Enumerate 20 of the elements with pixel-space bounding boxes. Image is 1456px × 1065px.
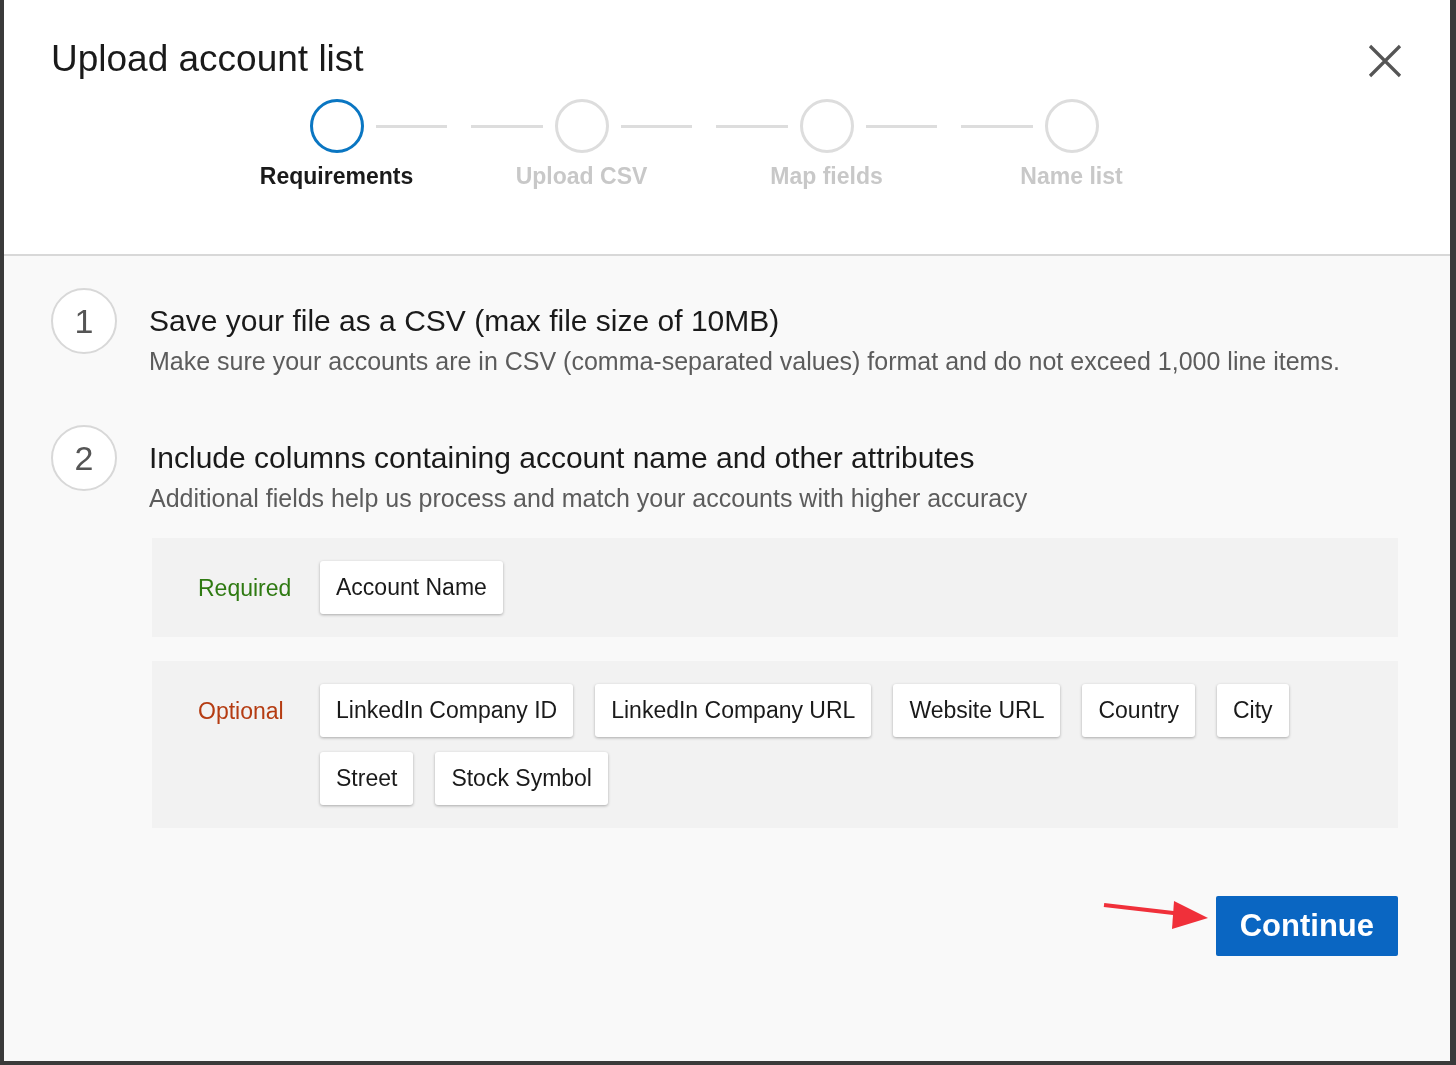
field-group-label: Required bbox=[198, 575, 293, 602]
step-number: 2 bbox=[51, 425, 117, 491]
instruction-description: Make sure your accounts are in CSV (comma-separated values) format and do not exceed 1,000 line items. bbox=[149, 346, 1340, 377]
field-tag: Street bbox=[320, 752, 414, 805]
instruction-title: Include columns containing account name and other attributes bbox=[149, 441, 976, 475]
field-tag: Website URL bbox=[893, 684, 1061, 737]
field-tag: LinkedIn Company URL bbox=[595, 684, 872, 737]
step-label: Requirements bbox=[259, 163, 414, 190]
field-tag: City bbox=[1217, 684, 1289, 737]
field-group-label: Optional bbox=[198, 698, 285, 725]
close-icon bbox=[1368, 44, 1402, 78]
step-number: 1 bbox=[51, 288, 117, 354]
field-tag: Account Name bbox=[320, 561, 503, 614]
instruction-title: Save your file as a CSV (max file size of 10MB) bbox=[149, 304, 781, 338]
dialog-title: Upload account list bbox=[51, 38, 364, 80]
field-tag: Country bbox=[1082, 684, 1195, 737]
continue-button[interactable]: Continue bbox=[1215, 896, 1398, 956]
instruction-description: Additional fields help us process and match your accounts with higher accuracy bbox=[149, 483, 1028, 514]
field-tag: LinkedIn Company ID bbox=[320, 684, 574, 737]
field-tag: Stock Symbol bbox=[435, 752, 608, 805]
